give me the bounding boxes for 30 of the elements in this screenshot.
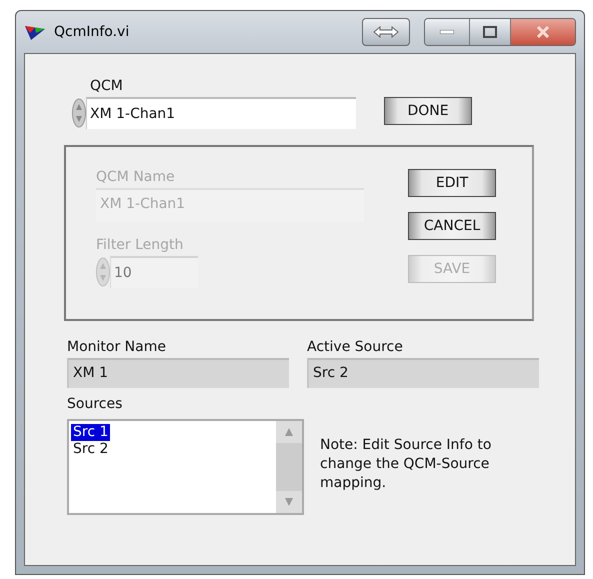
field-label: QCM <box>90 78 124 94</box>
field-label: Filter Length <box>96 237 184 253</box>
spinner-arrows-icon[interactable] <box>72 98 86 128</box>
app-logo-icon <box>24 23 46 41</box>
window-title: QcmInfo.vi <box>54 24 130 40</box>
list-item[interactable]: Src 2 <box>71 441 110 458</box>
readonly-field: XM 1 <box>67 358 289 388</box>
minimize-button[interactable] <box>425 19 470 45</box>
field-label: QCM Name <box>96 169 176 185</box>
list-box[interactable]: Src 1 Src 2 <box>67 419 304 515</box>
note-text: Note: Edit Source Info to change the QCM-Source mapping. <box>320 436 492 493</box>
field-label: Sources <box>67 396 124 412</box>
minimize-icon <box>440 30 454 34</box>
input-field[interactable]: XM 1-Chan1 <box>86 97 356 129</box>
down-arrow-icon <box>285 498 293 506</box>
scrollbar[interactable] <box>276 421 302 513</box>
done-button[interactable]: DONE <box>384 97 472 125</box>
field-label: Active Source <box>307 339 404 355</box>
close-icon <box>537 26 549 38</box>
list-item[interactable]: Src 1 <box>71 424 110 441</box>
maximize-icon <box>483 26 497 38</box>
double-arrow-icon <box>373 26 399 38</box>
field-label: Monitor Name <box>67 339 167 355</box>
readonly-field: Src 2 <box>307 358 539 388</box>
action-button[interactable]: CANCEL <box>408 212 496 240</box>
maximize-button[interactable] <box>470 19 511 45</box>
spinner-arrows-icon[interactable] <box>96 257 110 287</box>
action-button[interactable]: EDIT <box>408 169 496 197</box>
resize-button[interactable] <box>362 18 410 46</box>
up-arrow-icon <box>285 428 293 436</box>
